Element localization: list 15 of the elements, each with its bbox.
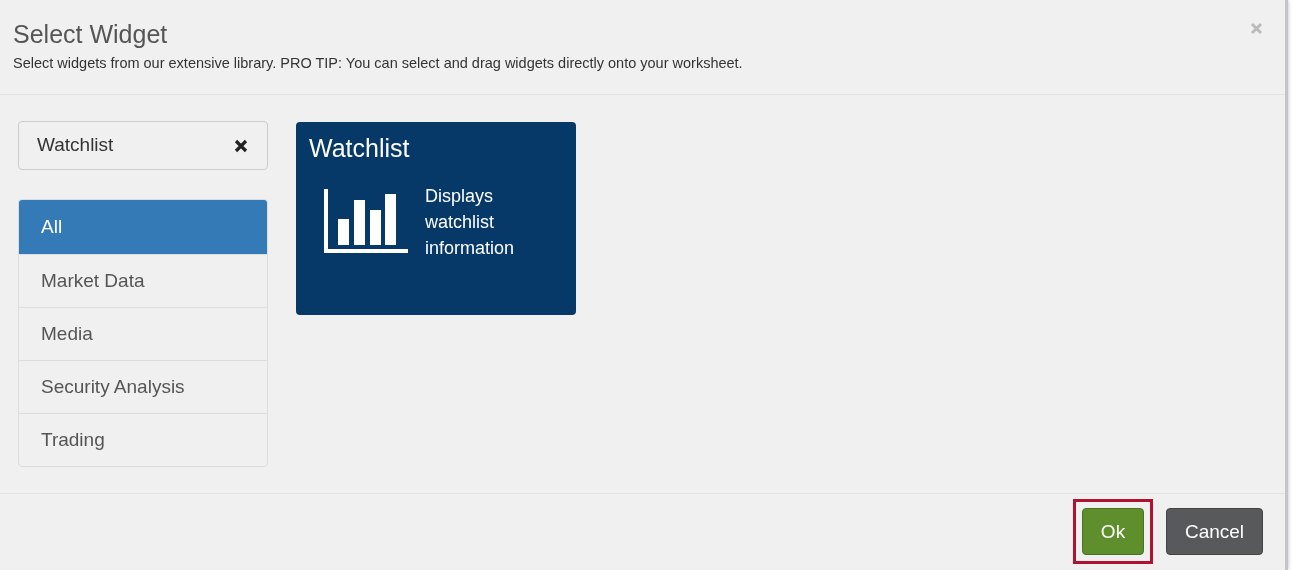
dialog-subtitle: Select widgets from our extensive library. PRO TIP: You can select and drag widgets directly onto your worksheet.: [13, 55, 743, 71]
widget-card[interactable]: Watchlist Displays watchlist information: [296, 121, 576, 315]
category-item[interactable]: Market Data: [19, 253, 267, 307]
filter-field[interactable]: Watchlist: [18, 120, 268, 170]
category-item[interactable]: Security Analysis: [19, 359, 267, 413]
category-item[interactable]: Media: [19, 306, 267, 360]
widget-description: Displays watchlist information: [425, 184, 516, 260]
widget-title: Watchlist: [309, 133, 411, 163]
clear-icon[interactable]: [234, 138, 248, 153]
cancel-button[interactable]: Cancel: [1166, 508, 1263, 556]
dialog-title: Select Widget: [13, 20, 169, 49]
category-item[interactable]: All: [19, 199, 267, 254]
ok-button[interactable]: Ok: [1082, 508, 1144, 556]
category-item[interactable]: Trading: [19, 412, 267, 466]
bar-chart-icon: [322, 188, 408, 255]
